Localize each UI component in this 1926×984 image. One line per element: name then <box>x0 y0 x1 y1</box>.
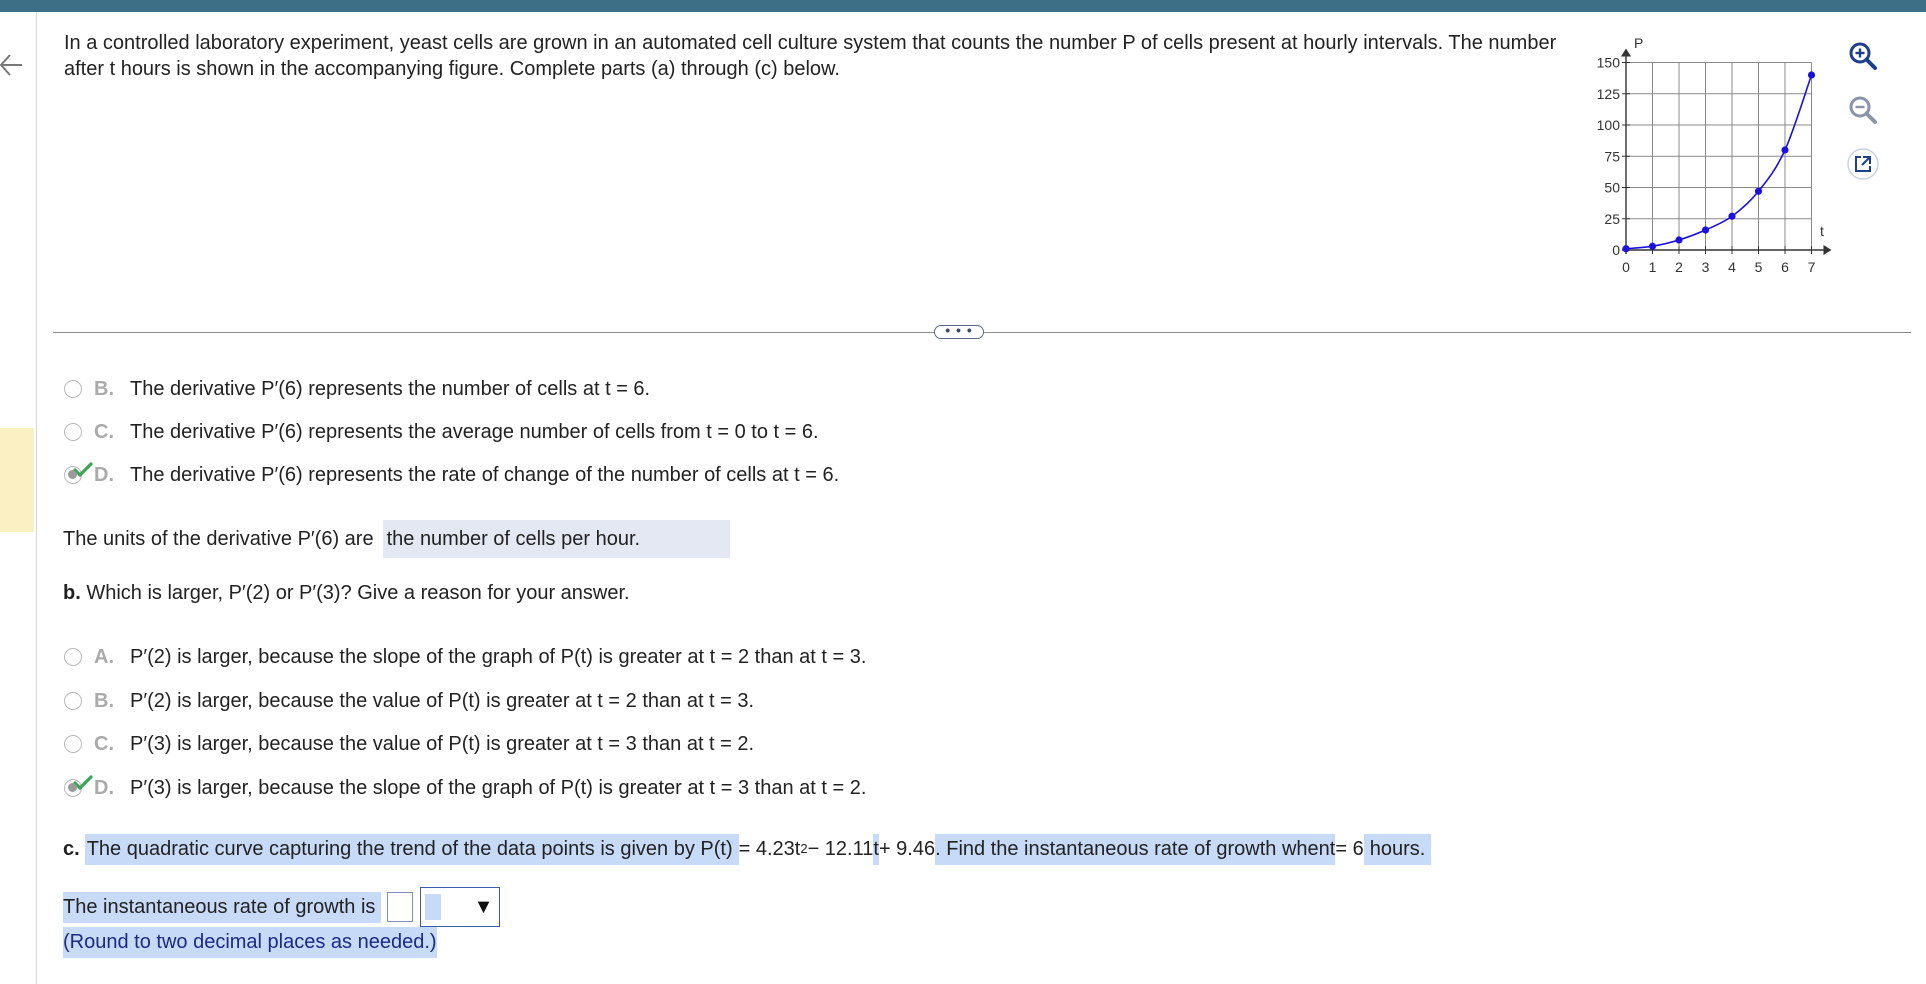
radio-button-selected[interactable] <box>64 462 93 484</box>
option-letter: C. <box>94 732 114 755</box>
zoom-out-icon <box>1849 96 1877 124</box>
option-text: P′(3) is larger, because the slope of th… <box>130 776 867 799</box>
option-text: P′(2) is larger, because the slope of th… <box>130 645 867 668</box>
graph-grid <box>1626 62 1812 250</box>
y-tick-label: 150 <box>1597 55 1621 71</box>
y-tick-label: 75 <box>1604 148 1620 164</box>
x-tick-label: 6 <box>1781 259 1789 275</box>
data-points <box>1622 71 1816 253</box>
option-letter: D. <box>94 463 114 486</box>
answer-row: The instantaneous rate of growth is ▼ <box>63 887 501 927</box>
part-c-label: c. <box>63 837 80 860</box>
option-text: P′(3) is larger, because the value of P(… <box>130 732 755 755</box>
radio-button-selected[interactable] <box>64 775 93 797</box>
y-tick-label: 125 <box>1597 86 1621 102</box>
left-divider <box>36 12 37 984</box>
rounding-note-text: (Round to two decimal places as needed.) <box>63 926 437 958</box>
data-point <box>1648 242 1657 250</box>
x-tick-label: 7 <box>1808 259 1816 275</box>
radio-button[interactable] <box>64 423 82 441</box>
equation-c: + 9.46 <box>878 837 936 860</box>
option-text: P′(2) is larger, because the value of P(… <box>130 689 755 712</box>
equation-b: − 12.11 <box>807 837 874 860</box>
part-b-text: Which is larger, P′(2) or P′(3)? Give a … <box>86 582 630 604</box>
part-b-option-a[interactable]: A. P′(2) is larger, because the slope of… <box>64 642 866 672</box>
y-tick-label: 50 <box>1604 180 1620 196</box>
units-answer[interactable]: the number of cells per hour. <box>382 520 731 558</box>
t-value: = 6 <box>1335 837 1364 860</box>
x-axis-label: t <box>1820 223 1824 239</box>
zoom-in-button[interactable] <box>1843 36 1883 76</box>
option-letter: A. <box>94 645 114 668</box>
option-text: The derivative P′(6) represents the rate… <box>130 463 840 486</box>
radio-button[interactable] <box>64 735 82 753</box>
option-text: The derivative P′(6) represents the aver… <box>130 420 819 443</box>
y-axis-label: P <box>1634 35 1643 51</box>
rounding-note: (Round to two decimal places as needed.) <box>63 926 437 958</box>
question-marker <box>0 428 34 532</box>
part-c-text-3: hours. <box>1363 833 1432 865</box>
x-tick-label: 1 <box>1649 259 1657 275</box>
part-c-text-1: The quadratic curve capturing the trend … <box>84 833 739 865</box>
zoom-out-button[interactable] <box>1843 90 1883 130</box>
x-axis-arrow <box>1823 245 1832 255</box>
checkmark-icon <box>73 462 93 478</box>
answer-prompt: The instantaneous rate of growth is <box>63 891 382 923</box>
question-prompt: In a controlled laboratory experiment, y… <box>64 32 1557 80</box>
data-point <box>1781 146 1789 154</box>
part-b-label: b. <box>63 582 81 604</box>
part-b-question: b. Which is larger, P′(2) or P′(3)? Give… <box>63 580 630 606</box>
part-a-option-d[interactable]: D. The derivative P′(6) represents the r… <box>64 460 839 490</box>
part-a-option-c[interactable]: C. The derivative P′(6) represents the a… <box>64 417 819 447</box>
radio-button[interactable] <box>64 692 82 710</box>
data-point <box>1754 187 1763 195</box>
option-letter: C. <box>94 420 114 443</box>
radio-button[interactable] <box>64 648 82 666</box>
data-point <box>1807 71 1816 79</box>
data-point <box>1701 226 1710 234</box>
y-axis-arrow <box>1621 48 1631 57</box>
units-dropdown[interactable]: ▼ <box>420 887 501 927</box>
part-b-option-c[interactable]: C. P′(3) is larger, because the value of… <box>64 729 754 759</box>
y-tick-label: 25 <box>1604 211 1620 227</box>
x-tick-label: 2 <box>1675 259 1683 275</box>
dropdown-arrow-icon: ▼ <box>473 896 494 918</box>
cell-count-graph[interactable]: 150 125 100 75 50 25 00 1 2 3 4 5 6 7 P t <box>1578 30 1838 280</box>
units-row: The units of the derivative P′(6) are th… <box>63 520 731 558</box>
graph-ticks: 150 125 100 75 50 25 00 1 2 3 4 5 6 7 <box>1597 55 1816 276</box>
rate-answer-input[interactable] <box>387 892 414 922</box>
option-letter: D. <box>94 776 114 799</box>
equation-a: = 4.23t <box>738 837 801 860</box>
option-letter: B. <box>94 689 114 712</box>
x-tick-label: 5 <box>1755 259 1763 275</box>
part-a-option-b[interactable]: B. The derivative P′(6) represents the n… <box>64 374 650 404</box>
x-tick-label: 3 <box>1702 259 1710 275</box>
y-tick-label: 0 <box>1612 242 1620 258</box>
data-point <box>1622 245 1630 253</box>
units-prompt: The units of the derivative P′(6) are <box>63 527 374 550</box>
dropdown-value <box>425 894 442 920</box>
graph-tools <box>1843 36 1885 198</box>
radio-button[interactable] <box>64 380 82 398</box>
popout-button[interactable] <box>1843 144 1883 184</box>
back-arrow-icon[interactable] <box>0 45 30 85</box>
part-c-text-2: . Find the instantaneous rate of growth … <box>935 833 1330 865</box>
x-tick-label: 0 <box>1622 259 1630 275</box>
part-c-question: c. The quadratic curve capturing the tre… <box>63 833 1432 865</box>
data-point <box>1728 212 1736 220</box>
part-b-option-d[interactable]: D. P′(3) is larger, because the slope of… <box>64 773 866 803</box>
option-text: The derivative P′(6) represents the numb… <box>130 377 651 400</box>
x-tick-label: 4 <box>1728 259 1736 275</box>
zoom-in-icon <box>1849 42 1877 70</box>
growth-curve <box>1625 74 1813 250</box>
option-letter: B. <box>94 377 114 400</box>
popout-icon <box>1847 148 1879 180</box>
top-bar <box>0 0 1926 12</box>
y-tick-label: 100 <box>1597 117 1621 133</box>
expand-more-button[interactable]: • • • <box>934 323 984 339</box>
part-b-option-b[interactable]: B. P′(2) is larger, because the value of… <box>64 686 754 716</box>
data-point <box>1675 236 1683 244</box>
checkmark-icon <box>73 775 93 791</box>
